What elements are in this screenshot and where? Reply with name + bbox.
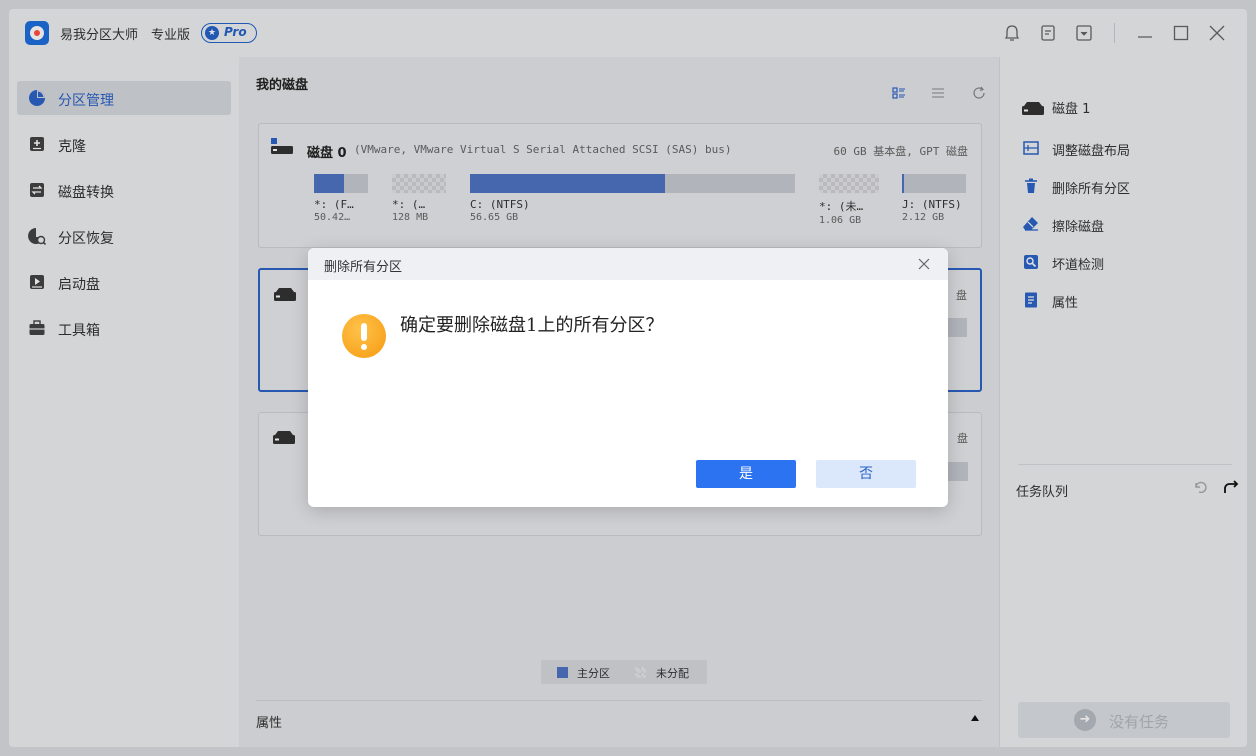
confirm-dialog: 删除所有分区 确定要删除磁盘1上的所有分区？ 是 否	[308, 248, 948, 507]
warning-icon	[342, 314, 386, 358]
dialog-header: 删除所有分区	[308, 248, 948, 280]
dialog-close-icon[interactable]	[916, 256, 932, 272]
confirm-yes-button[interactable]: 是	[696, 460, 796, 488]
dialog-title: 删除所有分区	[324, 260, 403, 275]
confirm-no-button[interactable]: 否	[816, 460, 916, 488]
dialog-message: 确定要删除磁盘1上的所有分区？	[400, 315, 664, 336]
